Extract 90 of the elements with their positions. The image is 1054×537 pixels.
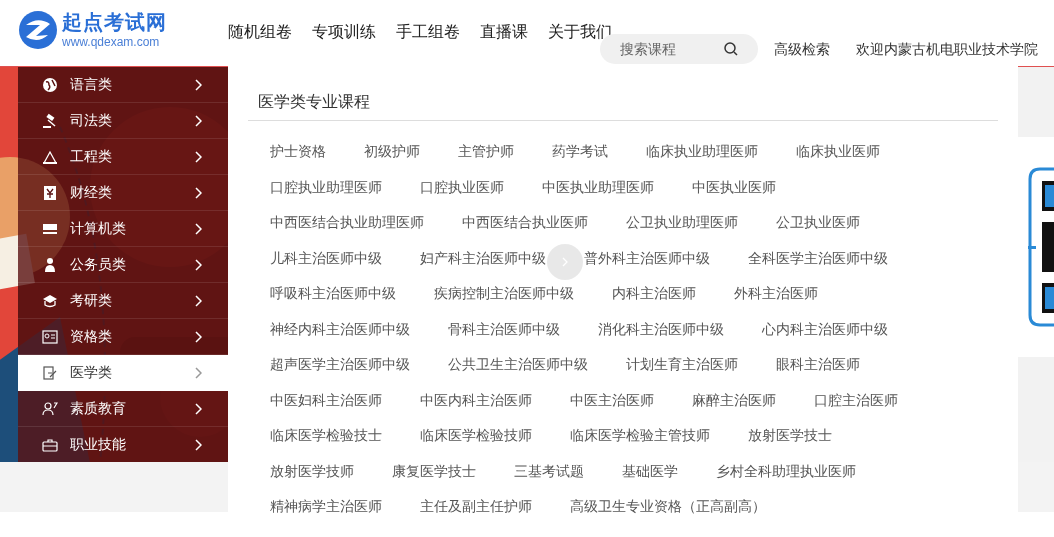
course-link[interactable]: 口腔执业医师 <box>420 176 504 197</box>
course-link[interactable]: 药学考试 <box>552 141 608 161</box>
course-link[interactable]: 普外科主治医师中级 <box>584 247 710 268</box>
course-link[interactable]: 口腔执业助理医师 <box>270 176 382 197</box>
id-card-icon <box>42 328 58 345</box>
course-link[interactable]: 消化科主治医师中级 <box>598 318 724 339</box>
category-item[interactable]: 医学类 <box>18 355 228 391</box>
course-link[interactable]: 麻醉主治医师 <box>692 389 776 410</box>
category-item[interactable]: 公务员类 <box>18 247 228 283</box>
course-link[interactable]: 临床医学检验技士 <box>270 425 382 445</box>
course-link[interactable]: 疾病控制主治医师中级 <box>434 283 574 303</box>
chevron-right-icon <box>195 78 202 91</box>
category-item[interactable]: 语言类 <box>18 67 228 103</box>
chevron-right-icon <box>195 294 202 307</box>
chevron-right-icon <box>195 150 202 163</box>
course-link[interactable]: 眼科主治医师 <box>776 354 860 374</box>
qr-code-icon <box>1028 167 1054 327</box>
course-link[interactable]: 临床执业医师 <box>796 141 880 161</box>
nav-link[interactable]: 随机组卷 <box>228 20 292 44</box>
course-link[interactable]: 中医执业助理医师 <box>542 176 654 197</box>
advanced-search-link[interactable]: 高级检索 <box>774 38 830 60</box>
course-link[interactable]: 内科主治医师 <box>612 283 696 303</box>
course-link[interactable]: 放射医学技师 <box>270 460 354 481</box>
panel-title: 医学类专业课程 <box>258 93 370 110</box>
chevron-right-icon <box>195 330 202 343</box>
course-link[interactable]: 临床医学检验主管技师 <box>570 425 710 445</box>
course-link[interactable]: 中西医结合执业医师 <box>462 212 588 232</box>
course-link[interactable]: 公卫执业助理医师 <box>626 212 738 232</box>
nav-link[interactable]: 直播课 <box>480 20 528 44</box>
nav-link[interactable]: 专项训练 <box>312 20 376 44</box>
logo-icon <box>18 10 58 50</box>
course-link[interactable]: 中医内科主治医师 <box>420 389 532 410</box>
course-link[interactable]: 三基考试题 <box>514 460 584 481</box>
course-link[interactable]: 主管护师 <box>458 141 514 161</box>
course-link[interactable]: 公共卫生主治医师中级 <box>448 354 588 374</box>
category-item[interactable]: 职业技能 <box>18 427 228 462</box>
course-link[interactable]: 放射医学技士 <box>748 425 832 445</box>
chevron-right-icon <box>195 186 202 199</box>
nav-link[interactable]: 手工组卷 <box>396 20 460 44</box>
chevron-right-icon <box>195 258 202 271</box>
chevron-right-icon <box>195 222 202 235</box>
category-item[interactable]: 财经类 <box>18 175 228 211</box>
course-link[interactable]: 临床医学检验技师 <box>420 425 532 445</box>
course-link[interactable]: 乡村全科助理执业医师 <box>716 460 856 481</box>
briefcase-icon <box>42 436 58 453</box>
course-link[interactable]: 公卫执业医师 <box>776 212 860 232</box>
course-link[interactable]: 中医主治医师 <box>570 389 654 410</box>
chevron-right-icon <box>195 402 202 415</box>
course-link[interactable]: 临床执业助理医师 <box>646 141 758 161</box>
person-icon <box>42 256 58 273</box>
welcome-text: 欢迎内蒙古机电职业技术学院 <box>856 39 1038 59</box>
chevron-right-icon <box>195 366 202 379</box>
course-link[interactable]: 妇产科主治医师中级 <box>420 247 546 268</box>
chevron-right-icon <box>195 114 202 127</box>
gavel-icon <box>42 112 58 129</box>
course-link[interactable]: 呼吸科主治医师中级 <box>270 283 396 303</box>
course-link[interactable]: 中医执业医师 <box>692 176 776 197</box>
course-link[interactable]: 初级护师 <box>364 141 420 161</box>
course-link[interactable]: 儿科主治医师中级 <box>270 247 382 268</box>
category-item[interactable]: 资格类 <box>18 319 228 355</box>
course-link[interactable]: 精神病学主治医师 <box>270 496 382 516</box>
user-icon <box>42 400 58 417</box>
category-item[interactable]: 司法类 <box>18 103 228 139</box>
course-link[interactable]: 计划生育主治医师 <box>626 354 738 374</box>
course-link[interactable]: 外科主治医师 <box>734 283 818 303</box>
course-link[interactable]: 口腔主治医师 <box>814 389 898 410</box>
document-icon <box>42 364 58 381</box>
course-link[interactable]: 康复医学技士 <box>392 460 476 481</box>
course-link[interactable]: 中医妇科主治医师 <box>270 389 382 410</box>
category-item[interactable]: 考研类 <box>18 283 228 319</box>
category-item[interactable]: 素质教育 <box>18 391 228 427</box>
graduation-cap-icon <box>42 292 58 309</box>
site-url: www.qdexam.com <box>62 36 161 48</box>
course-link[interactable]: 超声医学主治医师中级 <box>270 354 410 374</box>
course-link[interactable]: 基础医学 <box>622 460 678 481</box>
course-link[interactable]: 中西医结合执业助理医师 <box>270 212 424 232</box>
course-link[interactable]: 高级卫生专业资格（正高副高） <box>570 496 766 516</box>
search-icon[interactable] <box>724 42 738 56</box>
course-link[interactable]: 骨科主治医师中级 <box>448 318 560 339</box>
category-item[interactable]: 工程类 <box>18 139 228 175</box>
yen-icon <box>42 184 58 201</box>
course-link[interactable]: 神经内科主治医师中级 <box>270 318 410 339</box>
chevron-right-icon <box>195 438 202 451</box>
course-link[interactable]: 护士资格 <box>270 141 326 161</box>
course-link[interactable]: 主任及副主任护师 <box>420 496 532 516</box>
course-link[interactable]: 心内科主治医师中级 <box>762 318 888 339</box>
course-link[interactable]: 全科医学主治医师中级 <box>748 247 888 268</box>
site-name: 起点考试网 <box>62 12 167 32</box>
category-item[interactable]: 计算机类 <box>18 211 228 247</box>
globe-icon <box>42 76 58 93</box>
